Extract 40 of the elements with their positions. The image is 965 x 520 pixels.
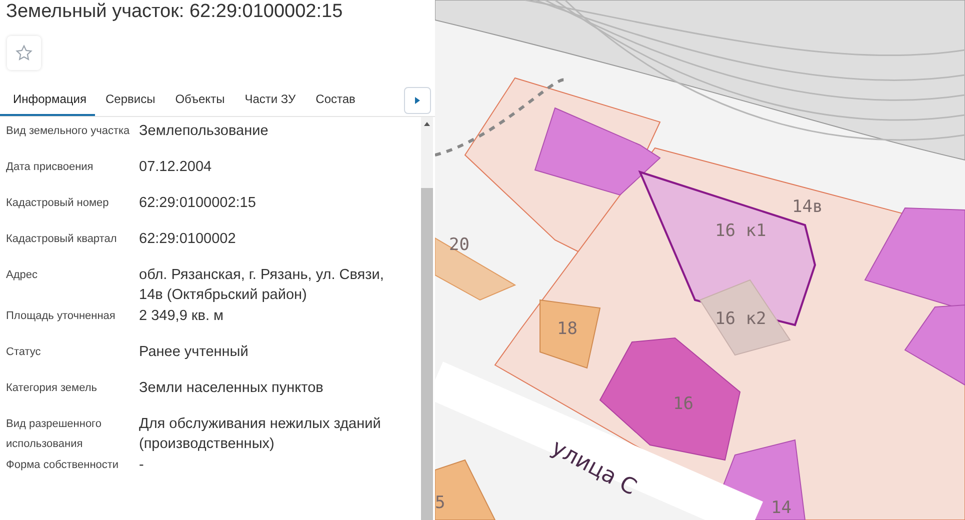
map-label: 16 [673, 394, 694, 414]
page-title: Земельный участок: 62:29:0100002:15 [5, 0, 344, 24]
favorite-button[interactable] [7, 36, 41, 70]
field-label: Кадастровый номер [5, 196, 110, 211]
map-label: 16 к1 [715, 221, 766, 241]
field-label: Статус [5, 345, 42, 360]
field-label: Площадь уточненная [5, 309, 116, 324]
map-label: 14в [792, 197, 823, 217]
map-label: 20 [449, 235, 470, 255]
field-label: Форма собственности [5, 458, 120, 473]
building [435, 459, 496, 520]
tab[interactable]: Объекты [165, 84, 235, 116]
caret-right-icon [415, 96, 420, 104]
tab[interactable]: Информация [0, 84, 96, 116]
tab[interactable]: Состав [306, 84, 366, 116]
map-label: 5 [435, 493, 446, 513]
field-value: Землепользование [139, 122, 270, 141]
scroll-up-icon [424, 122, 430, 126]
field-value: - [139, 456, 145, 475]
field-value: 62:29:0100002 [139, 230, 237, 249]
field-value: Для обслуживания нежилых зданий (производственных) [139, 415, 382, 454]
field-label: Вид земельного участка [5, 124, 131, 139]
field-value: Ранее учтенный [139, 343, 250, 362]
field-value: обл. Рязанская, г. Рязань, ул. Связи, 14в (Октябрьский район) [139, 266, 385, 305]
tab[interactable]: Части ЗУ [234, 84, 306, 116]
field-label: Дата присвоения [5, 160, 94, 175]
scrollbar[interactable] [421, 117, 433, 520]
field-label: Адрес [5, 268, 38, 283]
map-label: 18 [557, 319, 578, 339]
field-value: 07.12.2004 [139, 158, 213, 177]
field-label: Категория земель [5, 381, 98, 396]
field-value: 62:29:0100002:15 [139, 194, 257, 213]
tab[interactable]: Сервисы [95, 84, 166, 116]
map-label: 14 [771, 498, 792, 518]
field-value: 2 349,9 кв. м [139, 307, 224, 326]
field-label: Вид разрешенного использования [5, 417, 102, 452]
field-value: Земли населенных пунктов [139, 379, 324, 398]
tabs-scroll-button[interactable] [404, 86, 431, 114]
map-label: 16 к2 [715, 309, 766, 329]
field-label: Кадастровый квартал [5, 232, 118, 247]
